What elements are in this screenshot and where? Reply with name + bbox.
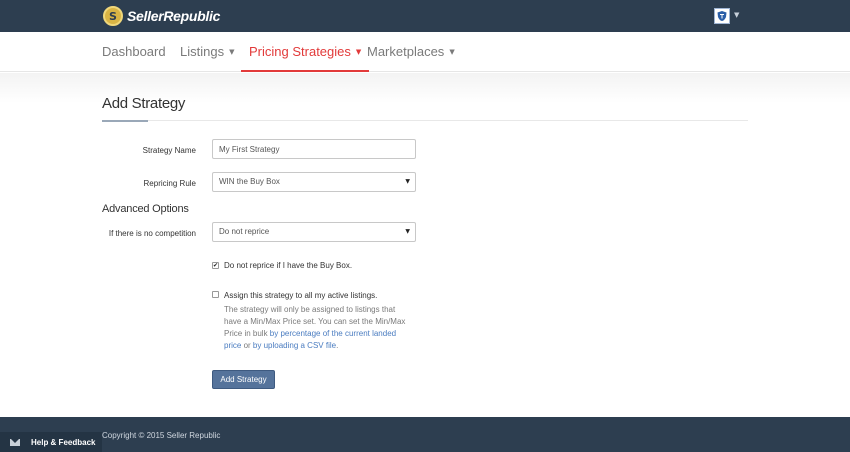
footer-copyright: Copyright © 2015 Seller Republic — [102, 431, 221, 440]
add-strategy-button[interactable]: Add Strategy — [212, 370, 275, 389]
top-bar: S SellerRepublic ▼ — [0, 0, 850, 32]
help-text-joiner: or — [241, 341, 253, 350]
page-title: Add Strategy — [102, 95, 186, 112]
assign-all-label[interactable]: Assign this strategy to all my active li… — [224, 291, 377, 300]
shield-avatar-icon — [717, 11, 727, 21]
no-competition-value: Do not reprice — [219, 227, 270, 236]
user-avatar[interactable] — [714, 8, 730, 24]
advanced-options-heading: Advanced Options — [102, 203, 189, 215]
no-reprice-buybox-checkbox[interactable]: ✔ — [212, 262, 219, 269]
repricing-rule-select[interactable]: WIN the Buy Box ▼ — [212, 172, 416, 192]
title-divider — [102, 120, 748, 121]
assign-help-text: The strategy will only be assigned to li… — [224, 304, 414, 352]
no-competition-label: If there is no competition — [108, 229, 196, 238]
select-caret-icon: ▼ — [405, 178, 410, 185]
logo-emblem-icon: S — [103, 6, 123, 26]
envelope-icon — [10, 438, 20, 446]
nav-listings[interactable]: Listings ▼ — [180, 32, 234, 72]
brand-name: SellerRepublic — [127, 8, 221, 24]
nav-marketplaces-label: Marketplaces — [367, 44, 445, 59]
chevron-down-icon: ▼ — [355, 48, 362, 56]
nav-pricing-strategies-label: Pricing Strategies — [249, 44, 351, 59]
nav-dashboard[interactable]: Dashboard — [102, 32, 166, 72]
select-caret-icon: ▼ — [405, 228, 410, 235]
no-reprice-buybox-label[interactable]: Do not reprice if I have the Buy Box. — [224, 261, 352, 270]
repricing-rule-label: Repricing Rule — [143, 179, 196, 188]
help-feedback-tab[interactable]: Help & Feedback — [0, 432, 102, 452]
repricing-rule-value: WIN the Buy Box — [219, 177, 280, 186]
nav-marketplaces[interactable]: Marketplaces ▼ — [367, 32, 455, 72]
no-competition-select[interactable]: Do not reprice ▼ — [212, 222, 416, 242]
chevron-down-icon: ▼ — [229, 48, 235, 56]
main-nav: Dashboard Listings ▼ Pricing Strategies ▼ … — [0, 32, 850, 72]
csv-upload-link[interactable]: by uploading a CSV file — [253, 341, 336, 350]
nav-listings-label: Listings — [180, 44, 225, 59]
help-feedback-label: Help & Feedback — [31, 437, 96, 447]
strategy-name-label: Strategy Name — [142, 146, 196, 155]
strategy-name-input[interactable] — [212, 139, 416, 159]
chevron-down-icon: ▼ — [449, 48, 455, 56]
assign-all-checkbox[interactable] — [212, 291, 219, 298]
title-accent-bar — [102, 120, 148, 122]
help-text-end: . — [336, 341, 339, 350]
user-menu-caret-icon[interactable]: ▼ — [734, 11, 739, 19]
brand-logo[interactable]: S SellerRepublic — [103, 6, 220, 26]
nav-pricing-strategies[interactable]: Pricing Strategies ▼ — [241, 32, 370, 72]
checkmark-icon: ✔ — [212, 261, 219, 269]
nav-dashboard-label: Dashboard — [102, 44, 166, 59]
